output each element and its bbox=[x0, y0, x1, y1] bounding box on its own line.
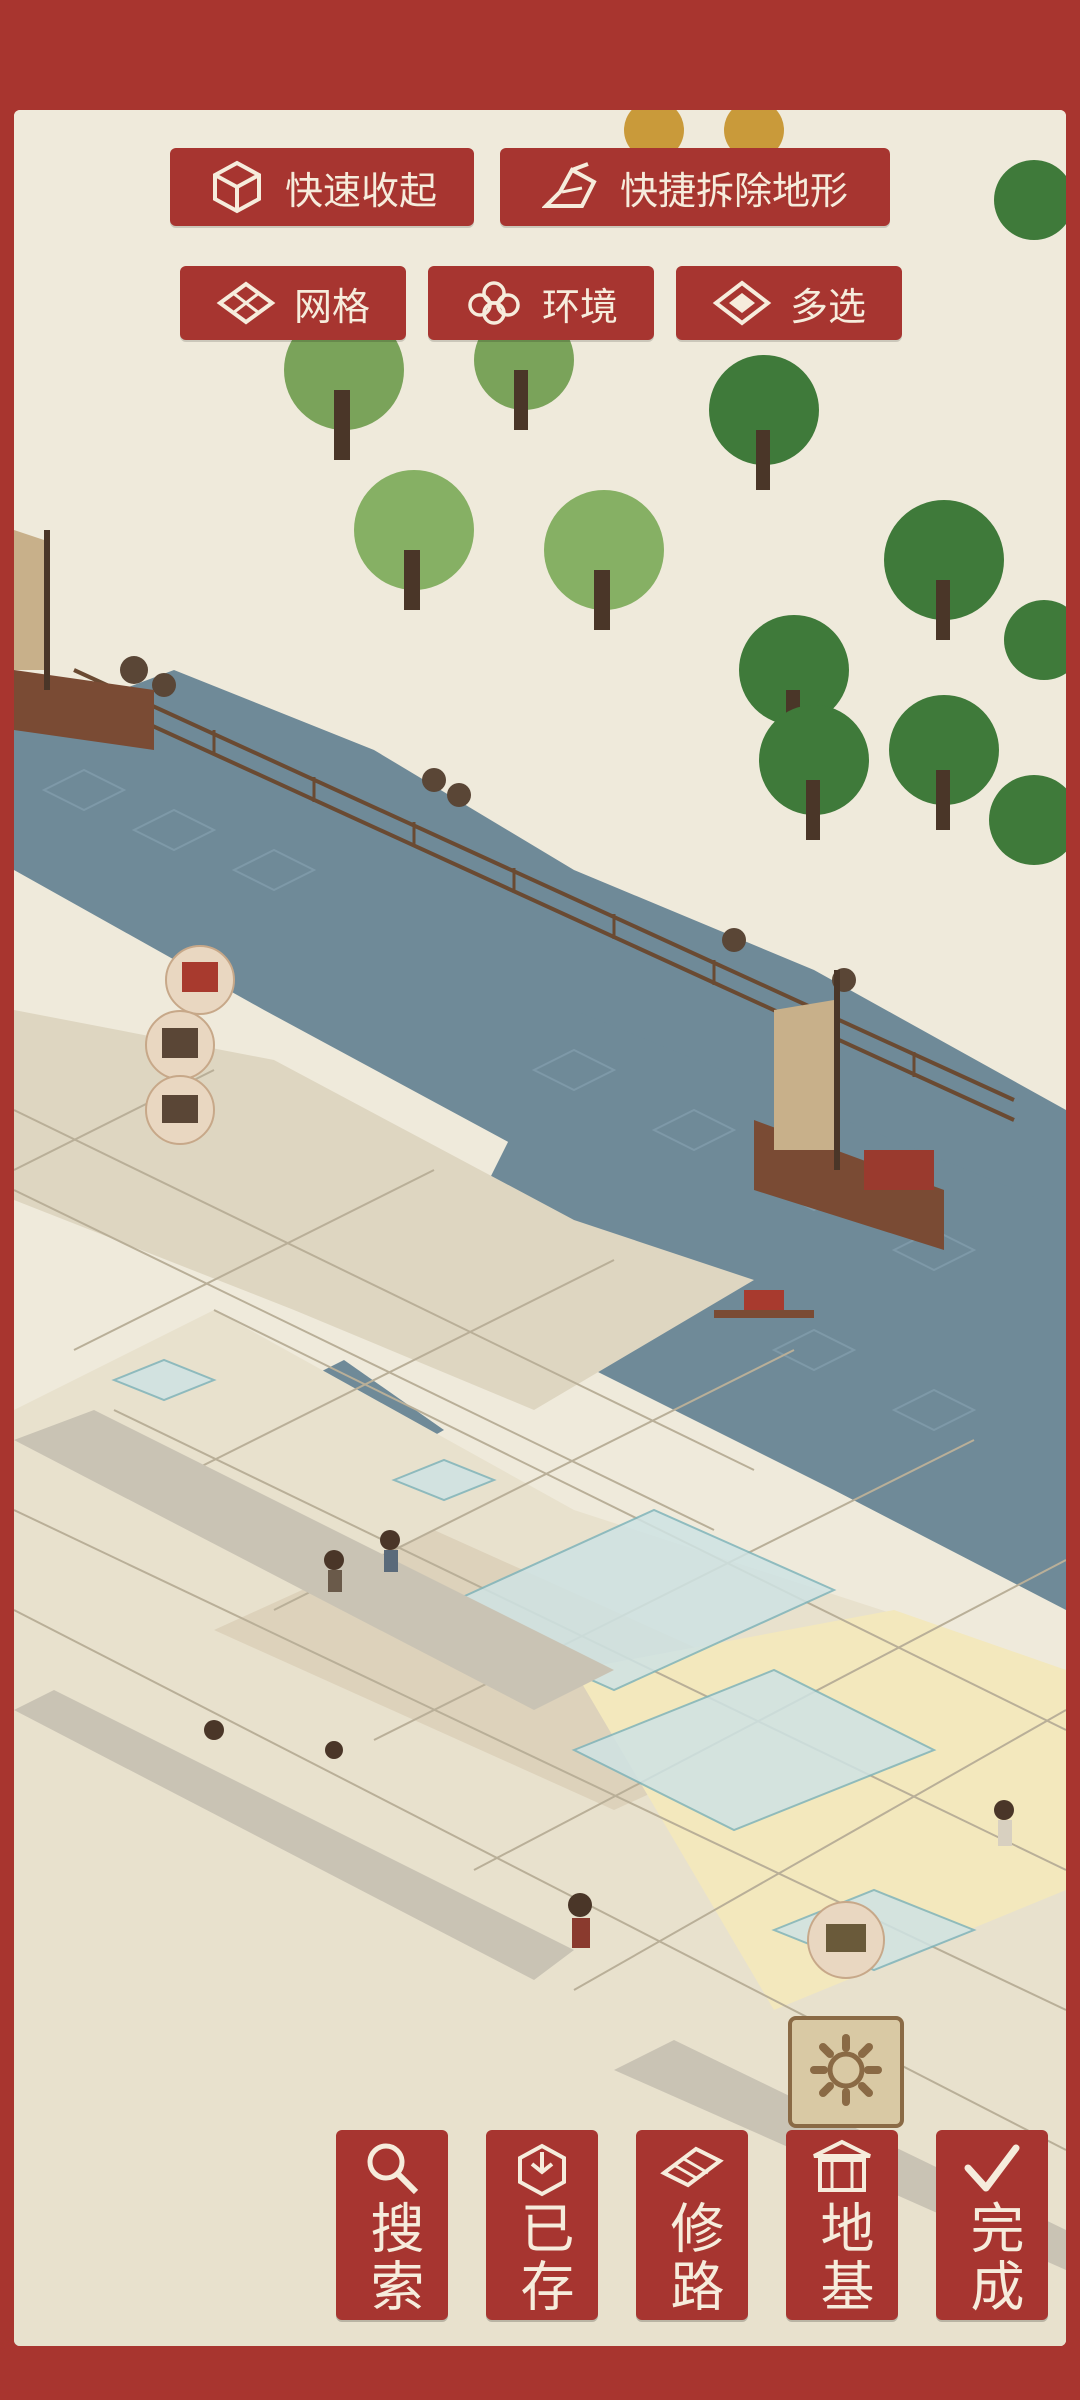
grid-icon bbox=[216, 277, 276, 329]
game-map[interactable] bbox=[14, 110, 1066, 2346]
build-road-button[interactable]: 修路 bbox=[636, 2130, 748, 2320]
box-icon bbox=[207, 160, 267, 214]
search-icon bbox=[357, 2136, 427, 2200]
quick-remove-terrain-button[interactable]: 快捷拆除地形 bbox=[500, 148, 890, 226]
search-label: 搜索 bbox=[361, 2200, 424, 2316]
done-button[interactable]: 完成 bbox=[936, 2130, 1048, 2320]
search-button[interactable]: 搜索 bbox=[336, 2130, 448, 2320]
road-icon bbox=[657, 2136, 727, 2200]
multiselect-icon bbox=[712, 277, 772, 329]
foundation-button[interactable]: 地基 bbox=[786, 2130, 898, 2320]
environment-label: 环境 bbox=[541, 284, 618, 329]
saved-label: 已存 bbox=[511, 2200, 574, 2316]
grid-label: 网格 bbox=[293, 284, 370, 329]
quick-remove-terrain-label: 快捷拆除地形 bbox=[619, 168, 848, 213]
foundation-icon bbox=[807, 2136, 877, 2200]
settings-button[interactable] bbox=[788, 2016, 904, 2128]
shovel-icon bbox=[541, 161, 602, 213]
quick-collapse-label: 快速收起 bbox=[284, 168, 437, 213]
done-label: 完成 bbox=[961, 2200, 1024, 2316]
saved-button[interactable]: 已存 bbox=[486, 2130, 598, 2320]
storage-box-icon bbox=[507, 2136, 577, 2200]
environment-button[interactable]: 环境 bbox=[428, 266, 654, 340]
quick-collapse-button[interactable]: 快速收起 bbox=[170, 148, 474, 226]
flower-icon bbox=[464, 277, 524, 329]
gear-icon bbox=[808, 2032, 884, 2112]
multiselect-label: 多选 bbox=[789, 284, 866, 329]
grid-button[interactable]: 网格 bbox=[180, 266, 406, 340]
checkmark-icon bbox=[957, 2136, 1027, 2200]
multiselect-button[interactable]: 多选 bbox=[676, 266, 902, 340]
build-road-label: 修路 bbox=[661, 2200, 724, 2316]
foundation-label: 地基 bbox=[811, 2200, 874, 2316]
